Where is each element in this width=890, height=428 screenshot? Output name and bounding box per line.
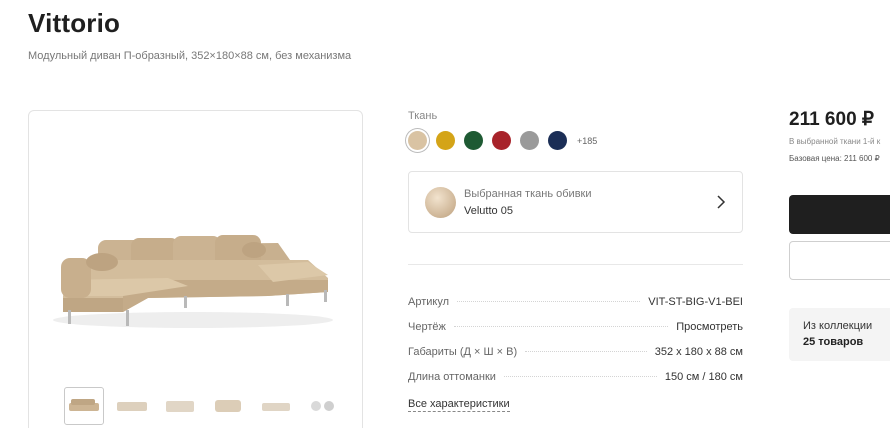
spec-leader	[457, 301, 641, 302]
swatch-green[interactable]	[464, 131, 483, 150]
swatch-grey[interactable]	[520, 131, 539, 150]
product-subtitle: Модульный диван П-образный, 352×180×88 с…	[28, 50, 352, 62]
selected-fabric-caption: Выбранная ткань обивки	[464, 188, 592, 200]
collection-card[interactable]: Из коллекции 25 товаров	[789, 308, 890, 361]
thumbnail-4[interactable]	[208, 387, 248, 425]
spec-key: Чертёж	[408, 321, 446, 333]
gallery-thumbnails	[64, 387, 344, 425]
fabric-thumbnail	[425, 187, 456, 218]
thumbnail-6[interactable]	[304, 387, 344, 425]
base-price: Базовая цена: 211 600 ₽	[789, 154, 880, 163]
product-price: 211 600 ₽	[789, 109, 874, 130]
product-title: Vittorio	[28, 8, 121, 38]
spec-key: Артикул	[408, 296, 450, 308]
price-note: В выбранной ткани 1-й к	[789, 137, 881, 146]
view-drawing-link[interactable]: Просмотреть	[676, 321, 743, 333]
collection-label: Из коллекции	[803, 320, 873, 332]
spec-leader	[453, 326, 669, 327]
selected-fabric-card[interactable]: Выбранная ткань обивки Velutto 05	[408, 171, 743, 233]
thumbnail-2[interactable]	[112, 387, 152, 425]
spec-leader	[503, 376, 657, 377]
swatch-yellow[interactable]	[436, 131, 455, 150]
all-characteristics-link[interactable]: Все характеристики	[408, 398, 510, 412]
secondary-action-button[interactable]	[789, 241, 890, 280]
spec-row-article: Артикул VIT-ST-BIG-V1-BEI	[408, 296, 743, 312]
spec-key: Длина оттоманки	[408, 371, 496, 383]
chevron-right-icon	[717, 195, 726, 209]
fabric-label: Ткань	[408, 110, 438, 122]
spec-value: VIT-ST-BIG-V1-BEI	[648, 296, 743, 308]
section-divider	[408, 264, 743, 265]
swatch-navy[interactable]	[548, 131, 567, 150]
spec-value: 150 см / 180 см	[664, 371, 743, 383]
fabric-swatches: +185	[408, 131, 597, 150]
collection-count: 25 товаров	[803, 336, 864, 348]
thumbnail-5[interactable]	[256, 387, 296, 425]
spec-key: Габариты (Д × Ш × В)	[408, 346, 518, 358]
swatch-beige[interactable]	[408, 131, 427, 150]
thumbnail-1[interactable]	[64, 387, 104, 425]
add-to-cart-button[interactable]	[789, 195, 890, 234]
selected-fabric-name: Velutto 05	[464, 205, 513, 217]
spec-value: 352 x 180 x 88 см	[654, 346, 743, 358]
sofa-main-image[interactable]	[28, 110, 363, 370]
spec-row-dimensions: Габариты (Д × Ш × В) 352 x 180 x 88 см	[408, 346, 743, 362]
more-swatches-count[interactable]: +185	[577, 136, 597, 146]
spec-leader	[525, 351, 647, 352]
thumbnail-3[interactable]	[160, 387, 200, 425]
spec-row-drawing: Чертёж Просмотреть	[408, 321, 743, 337]
spec-row-ottoman-length: Длина оттоманки 150 см / 180 см	[408, 371, 743, 387]
swatch-red[interactable]	[492, 131, 511, 150]
